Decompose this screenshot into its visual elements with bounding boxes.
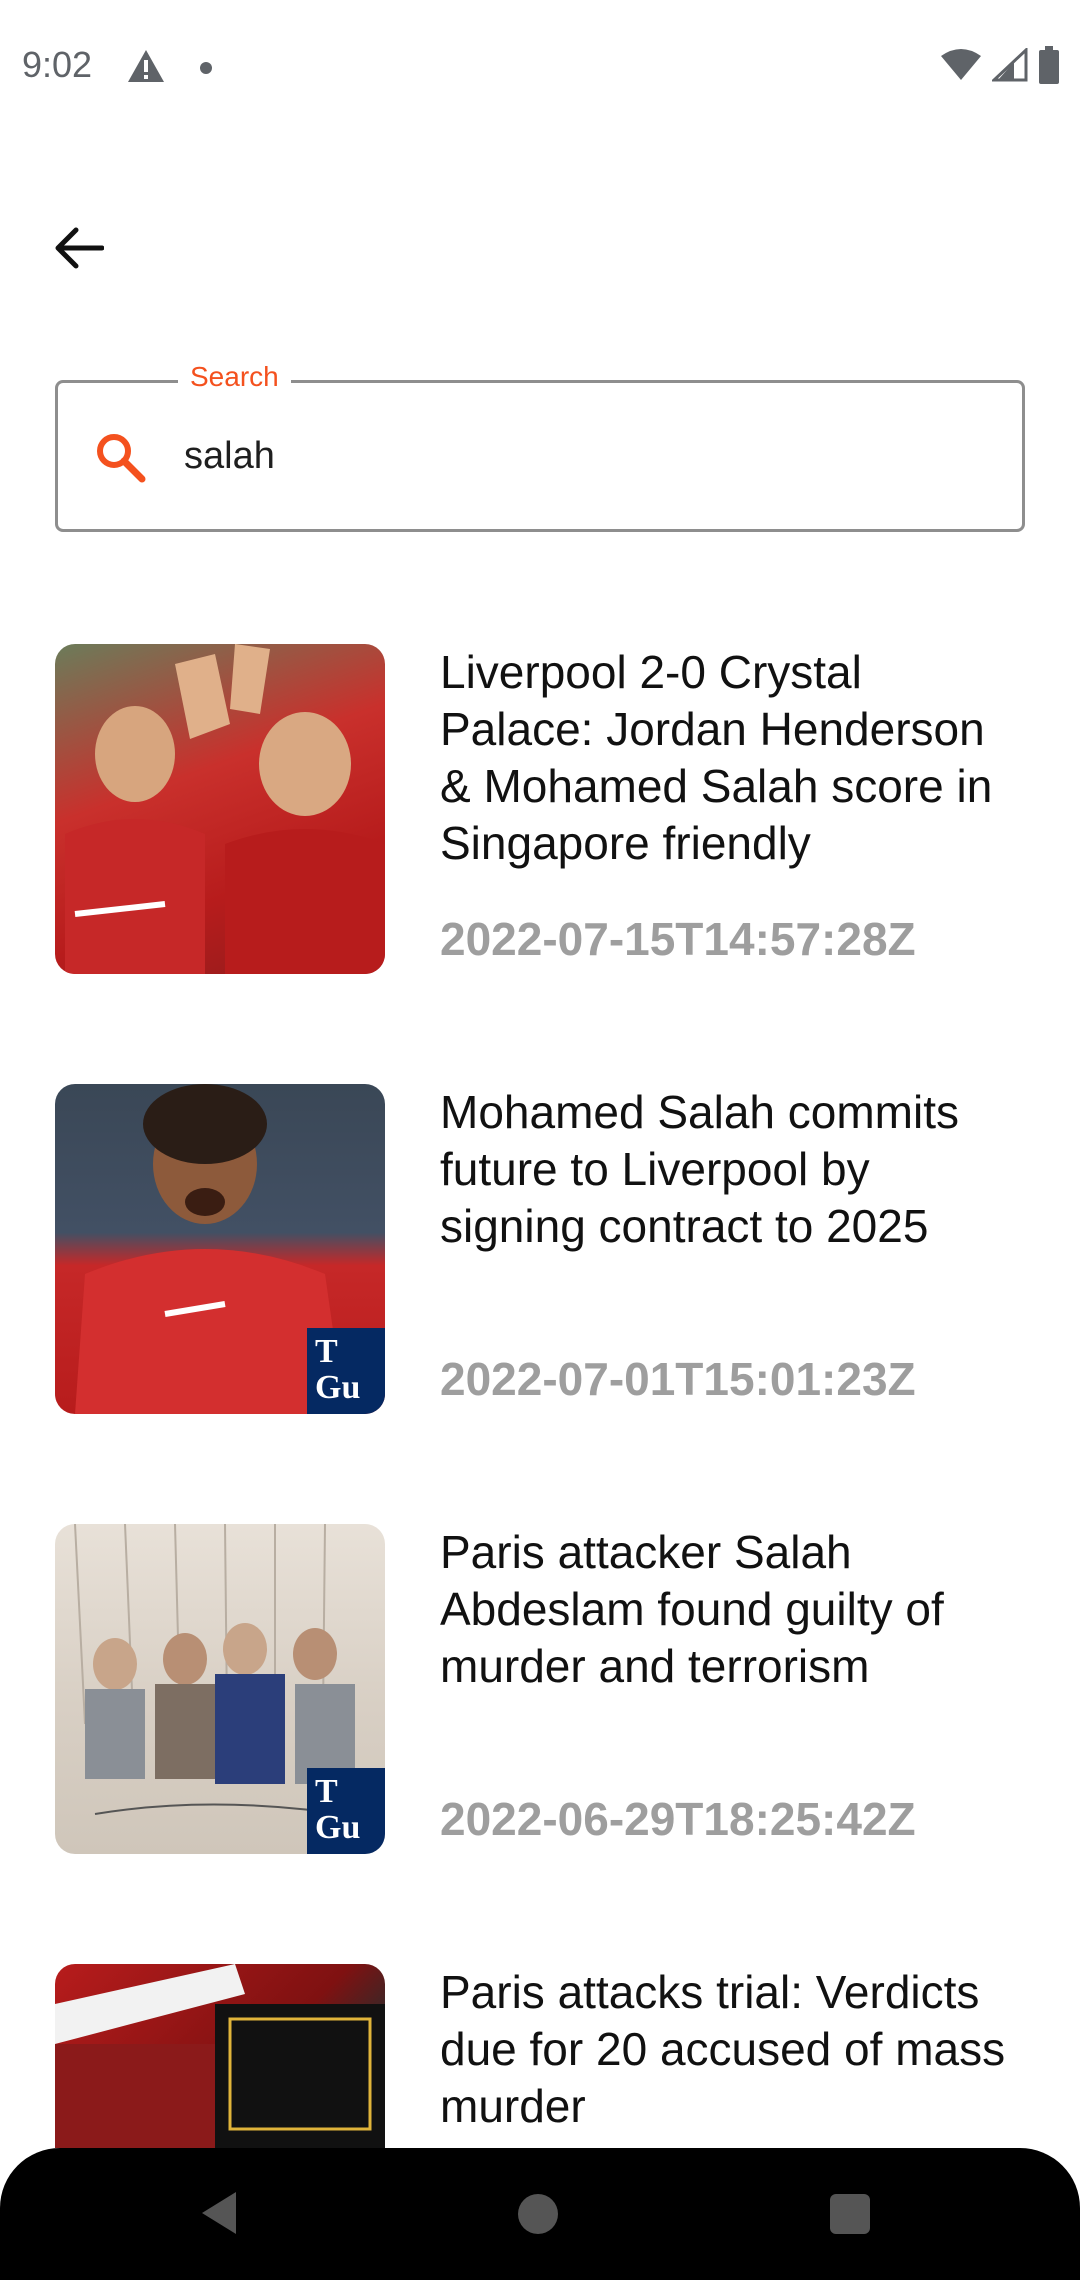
search-field[interactable]: Search xyxy=(55,361,1025,532)
search-icon xyxy=(94,431,146,488)
arrow-left-icon xyxy=(55,227,104,269)
article-date: 2022-07-15T14:57:28Z xyxy=(440,913,916,965)
article-thumbnail xyxy=(55,1964,385,2148)
status-bar: 9:02 xyxy=(0,0,1080,134)
nav-back-icon[interactable] xyxy=(196,2188,242,2243)
article-title: Paris attacker Salah Abdeslam found guil… xyxy=(440,1526,944,1692)
article-item[interactable]: Paris attacks trial: Verdicts due for 20… xyxy=(55,1964,1025,2148)
article-thumbnail: T Gu xyxy=(55,1524,385,1854)
wifi-icon xyxy=(940,48,982,87)
article-thumbnail: T Gu xyxy=(55,1084,385,1414)
navigation-bar xyxy=(0,2148,1080,2280)
guardian-logo: T Gu xyxy=(307,1328,385,1414)
article-item[interactable]: T Gu Paris attacker Salah Abdeslam found … xyxy=(55,1524,1025,1854)
battery-icon xyxy=(1038,46,1060,89)
article-item[interactable]: T Gu Mohamed Salah commits future to Live… xyxy=(55,1084,1025,1414)
guardian-logo: T Gu xyxy=(307,1768,385,1854)
article-title: Mohamed Salah commits future to Liverpoo… xyxy=(440,1086,959,1252)
notification-dot-icon xyxy=(200,62,212,74)
search-label: Search xyxy=(178,361,291,393)
search-input[interactable] xyxy=(184,419,984,493)
article-date: 2022-07-01T15:01:23Z xyxy=(440,1353,916,1405)
article-thumbnail xyxy=(55,644,385,974)
nav-recents-icon[interactable] xyxy=(830,2194,870,2234)
status-icons xyxy=(940,46,1060,89)
back-button[interactable] xyxy=(40,210,116,286)
article-item[interactable]: Liverpool 2-0 Crystal Palace: Jordan Hen… xyxy=(55,644,1025,974)
article-title: Paris attacks trial: Verdicts due for 20… xyxy=(440,1966,1006,2132)
screen: 9:02 Search salah Liverpool 2-0 Crystal … xyxy=(0,0,1080,2280)
article-date: 2022-06-29T18:25:42Z xyxy=(440,1793,916,1845)
warning-icon xyxy=(126,48,166,89)
article-title: Liverpool 2-0 Crystal Palace: Jordan Hen… xyxy=(440,646,993,869)
nav-home-icon[interactable] xyxy=(518,2194,558,2234)
signal-icon xyxy=(990,46,1028,87)
results-list[interactable]: Liverpool 2-0 Crystal Palace: Jordan Hen… xyxy=(0,644,1080,2148)
status-time: 9:02 xyxy=(22,44,93,85)
